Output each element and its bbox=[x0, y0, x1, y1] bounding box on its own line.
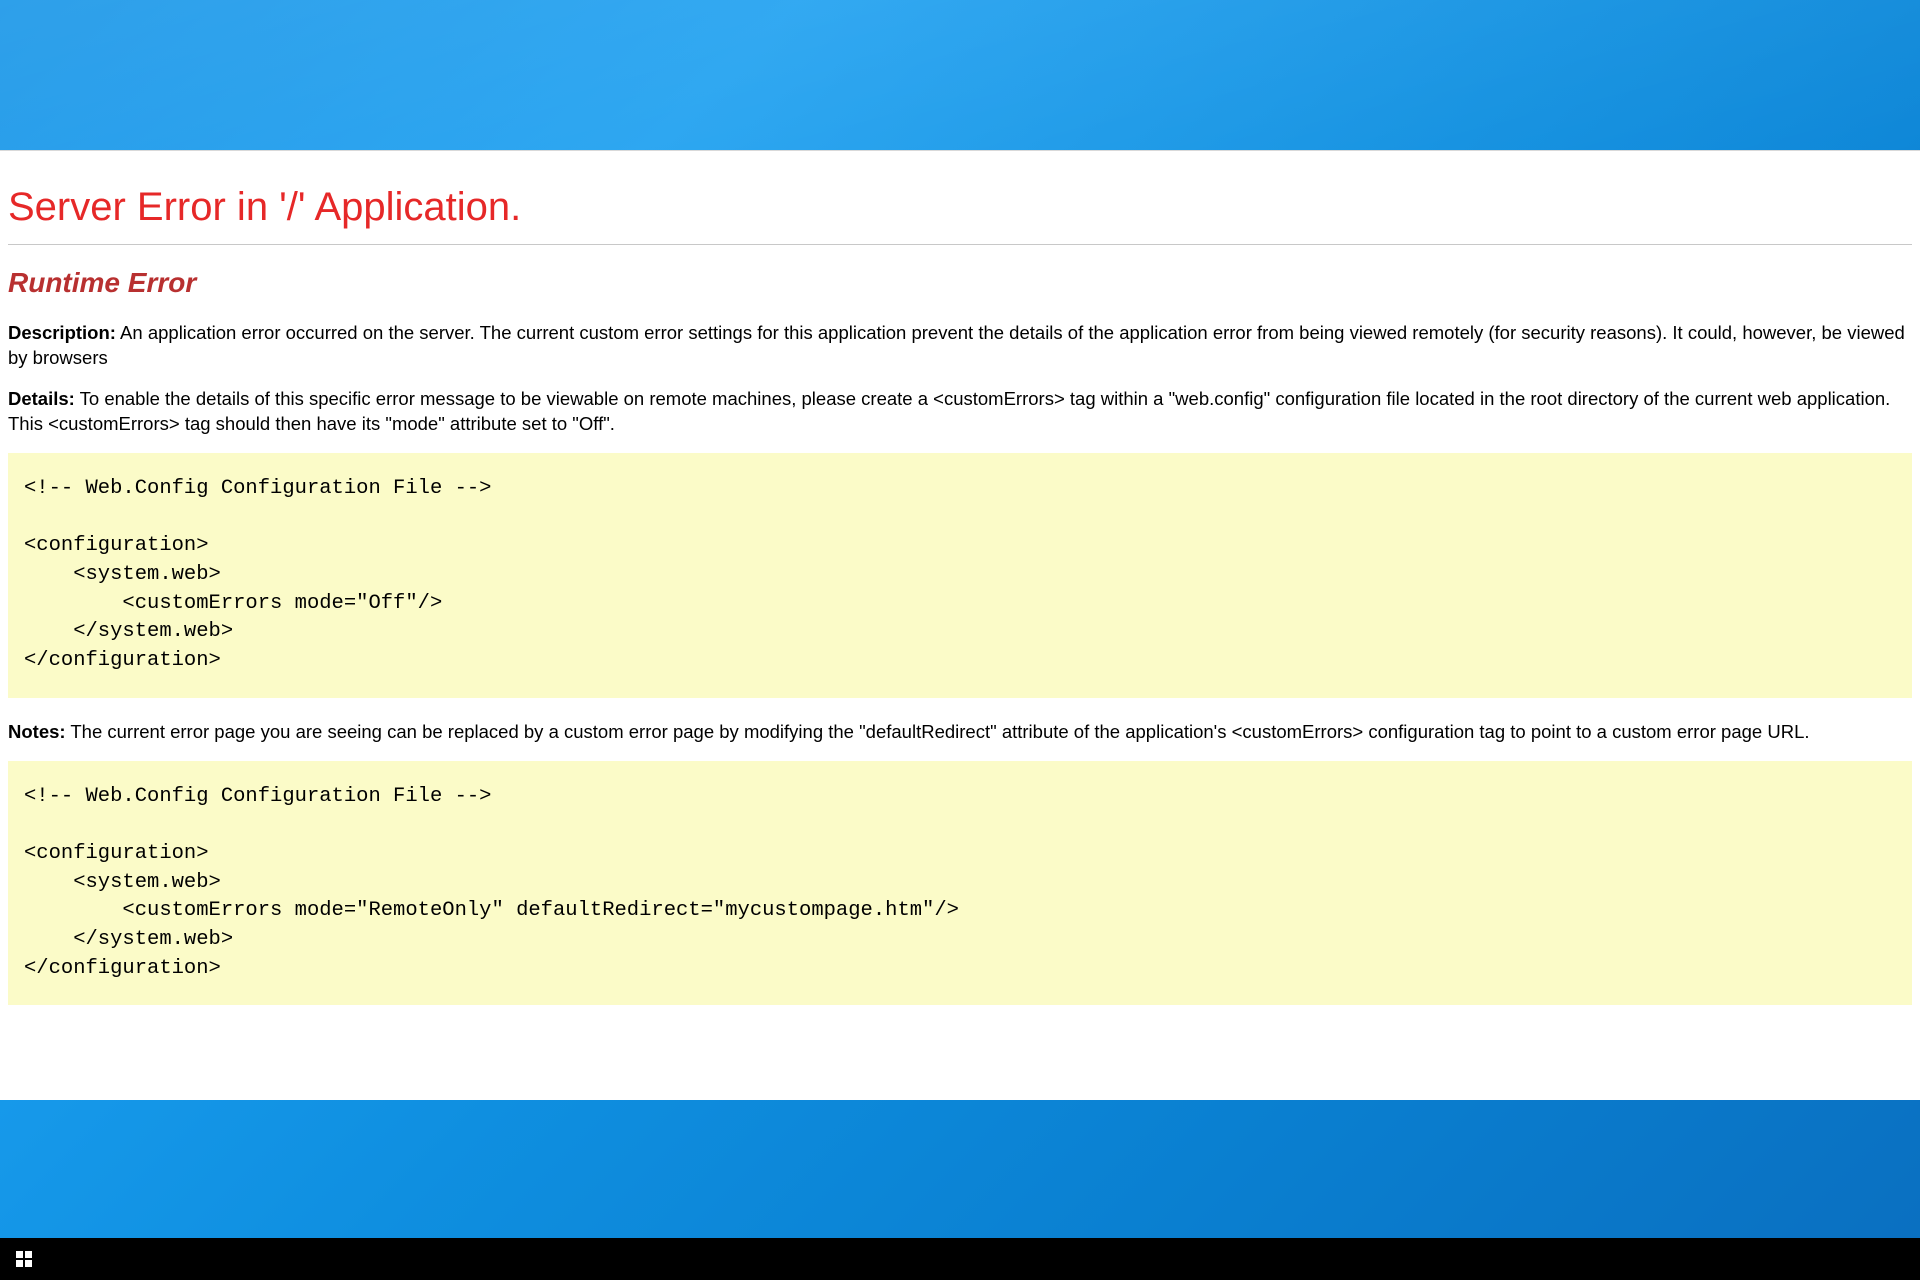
description-text: An application error occurred on the ser… bbox=[8, 322, 1905, 368]
notes-label: Notes: bbox=[8, 721, 66, 742]
windows-icon bbox=[16, 1251, 32, 1267]
error-subtitle: Runtime Error bbox=[8, 267, 1912, 299]
notes-text: The current error page you are seeing ca… bbox=[66, 721, 1810, 742]
title-divider bbox=[8, 244, 1912, 245]
details-paragraph: Details: To enable the details of this s… bbox=[8, 387, 1912, 437]
description-label: Description: bbox=[8, 322, 116, 343]
code-sample-off: <!-- Web.Config Configuration File --> <… bbox=[8, 453, 1912, 698]
error-page: Server Error in '/' Application. Runtime… bbox=[0, 150, 1920, 1100]
taskbar[interactable] bbox=[0, 1238, 1920, 1280]
details-label: Details: bbox=[8, 388, 75, 409]
description-paragraph: Description: An application error occurr… bbox=[8, 321, 1912, 371]
page-title: Server Error in '/' Application. bbox=[8, 185, 1912, 230]
details-text: To enable the details of this specific e… bbox=[8, 388, 1890, 434]
notes-paragraph: Notes: The current error page you are se… bbox=[8, 720, 1912, 745]
code-sample-remoteonly: <!-- Web.Config Configuration File --> <… bbox=[8, 761, 1912, 1006]
start-button[interactable] bbox=[0, 1238, 48, 1280]
